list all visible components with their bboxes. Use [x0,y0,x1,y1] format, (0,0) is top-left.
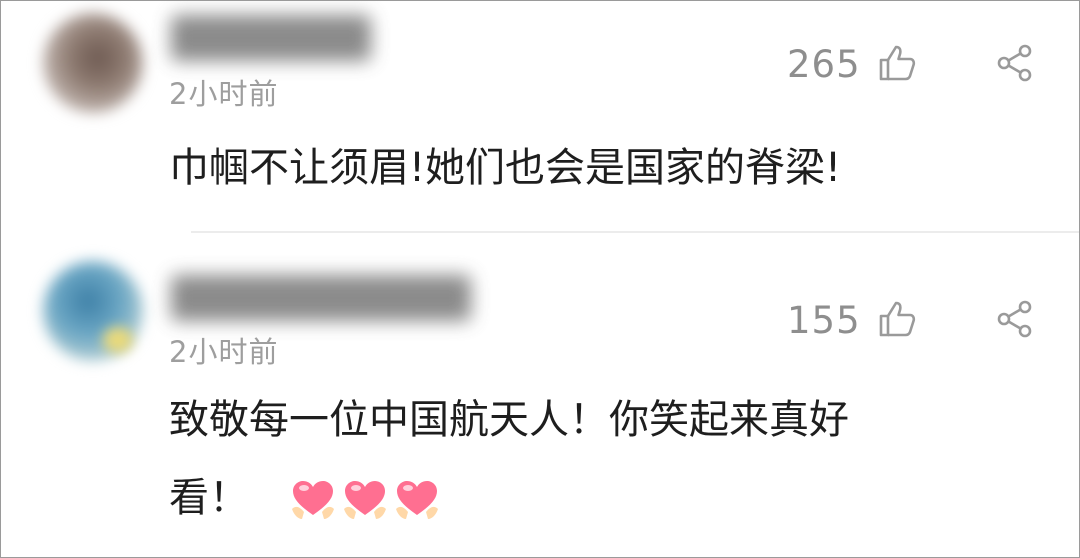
thumbs-up-icon[interactable] [877,43,917,83]
share-icon[interactable] [995,43,1035,83]
share-icon[interactable] [995,299,1035,339]
username-blurred[interactable] [171,275,471,321]
comment-item: 2小时前 155 致敬每一位中国航天人！你笑起来真好 看！ [1,233,1079,557]
username-blurred[interactable] [171,15,371,61]
comment-list: 2小时前 265 巾帼不让须眉!她们也会是国家的脊梁! 2小时前 155 致敬每… [0,0,1080,558]
comment-time: 2小时前 [169,335,279,369]
heart-hands-emoji-icon [291,481,334,519]
heart-hands-emoji-icon [343,481,386,519]
comment-text: 致敬每一位中国航天人！你笑起来真好 看！ [169,381,1019,537]
comment-text: 巾帼不让须眉!她们也会是国家的脊梁! [169,145,842,191]
like-count[interactable]: 155 [787,299,861,342]
comment-item: 2小时前 265 巾帼不让须眉!她们也会是国家的脊梁! [1,1,1079,231]
like-count[interactable]: 265 [787,43,861,86]
comment-text-end: 看！ [169,475,249,521]
comment-text-line-2: 看！ [169,459,1019,537]
avatar-detail [103,327,133,353]
thumbs-up-icon[interactable] [877,299,917,339]
comment-text-line: 致敬每一位中国航天人！你笑起来真好 [169,397,849,443]
emoji-group [290,479,440,521]
heart-hands-emoji-icon [395,481,438,519]
avatar[interactable] [43,13,143,113]
comment-time: 2小时前 [169,77,279,111]
